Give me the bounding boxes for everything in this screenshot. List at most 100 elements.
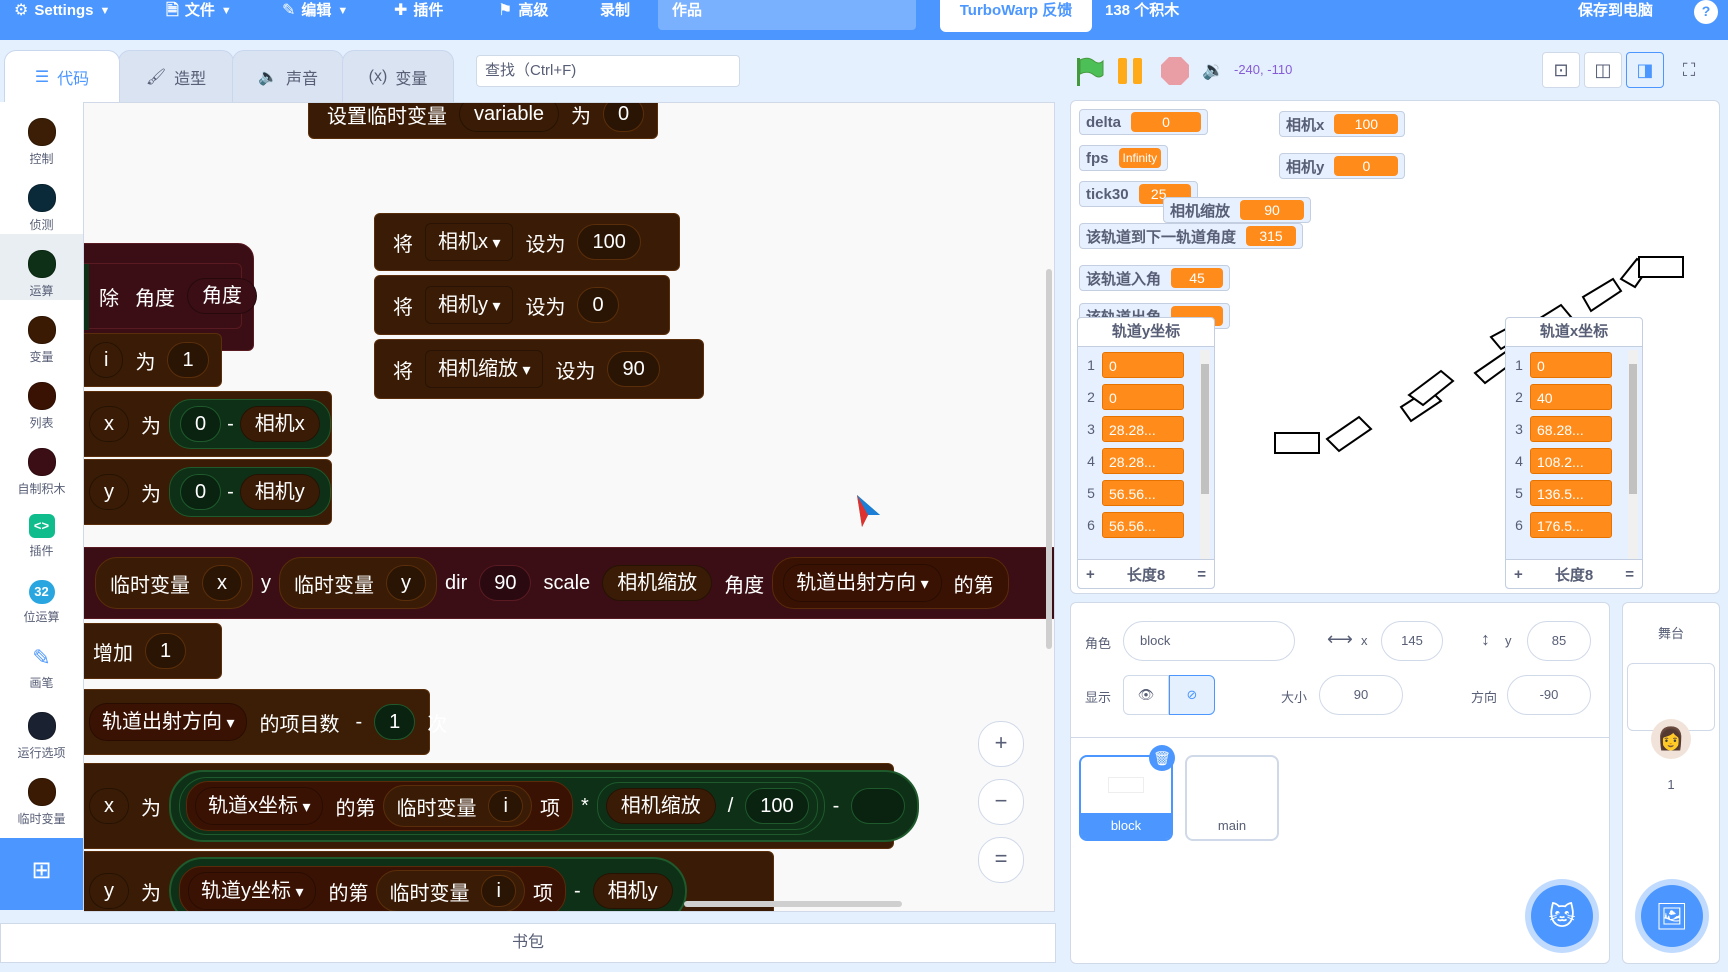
green-flag-icon[interactable] [1074,56,1104,88]
list-item-reporter[interactable]: 轨道出射方向 的第 [772,557,1009,609]
category-variables[interactable]: 变量 [0,300,83,366]
save-to-computer-button[interactable]: 保存到电脑 [1578,0,1653,22]
block-input[interactable]: x [89,406,129,442]
y-input[interactable]: 85 [1527,621,1591,661]
set-x-block[interactable]: x 为 0 - 相机x [84,391,332,457]
record-menu[interactable]: 录制 [600,0,630,40]
vertical-scrollbar[interactable] [1046,269,1052,649]
console-button[interactable]: ⊡ [1542,52,1580,88]
category-pen[interactable]: ✎ 画笔 [0,630,83,696]
list-cell[interactable]: 176.5... [1530,512,1612,538]
sprite-tile-main[interactable]: main [1185,755,1279,841]
edit-menu[interactable]: ✎ 编辑 ▼ [282,0,348,40]
block-input[interactable]: 1 [374,704,416,740]
block-input[interactable]: i [488,790,523,822]
help-button[interactable]: ? [1694,0,1718,24]
monitor-entry-angle[interactable]: 该轨道入角 45 [1079,265,1231,291]
size-input[interactable]: 90 [1319,675,1403,715]
file-menu[interactable]: 🗎 文件 ▼ [166,0,232,40]
temp-variable-reporter[interactable]: 临时变量 i [383,785,532,827]
temp-variable-reporter[interactable]: 临时变量 y [279,557,437,609]
tab-code[interactable]: ☰ 代码 [4,50,120,102]
variable-reporter[interactable]: 相机x [239,406,320,442]
list-cell[interactable]: 56.56... [1102,480,1184,506]
horizontal-scrollbar[interactable] [684,901,902,907]
set-camera-x-block[interactable]: 将 相机x 设为 100 [374,213,680,271]
resize-handle[interactable]: = [1625,566,1634,583]
zoom-reset-button[interactable]: = [978,837,1024,883]
block-input[interactable]: x [89,788,129,824]
variable-reporter[interactable]: 相机y [592,873,673,909]
list-item[interactable]: 3 28.28... [1078,413,1214,445]
list-dropdown[interactable]: 轨道x坐标 [195,787,324,825]
subtract-operator[interactable]: 0 - 相机x [169,399,331,449]
fullscreen-button[interactable]: ⛶ [1670,52,1708,88]
list-item[interactable]: 6 176.5... [1506,509,1642,541]
list-item[interactable]: 2 40 [1506,381,1642,413]
tab-variables[interactable]: (x) 变量 [342,50,454,102]
list-item[interactable]: 20 [1078,381,1214,413]
direction-input[interactable]: -90 [1507,675,1591,715]
list-item[interactable]: 10 [1078,349,1214,381]
variable-dropdown[interactable]: 相机y [425,286,514,324]
list-item[interactable]: 4 28.28... [1078,445,1214,477]
multiply-operator[interactable]: 轨道x坐标 的第 临时变量 i 项 * 相机缩放 / 100 [179,777,825,835]
add-item-button[interactable]: + [1086,566,1095,583]
list-item[interactable]: 5 136.5... [1506,477,1642,509]
sprite-tile-block[interactable]: block 🗑 [1079,745,1175,841]
list-cell[interactable]: 28.28... [1102,416,1184,442]
advanced-menu[interactable]: ⚑ 高级 [498,0,548,40]
tab-sounds[interactable]: 🔈 声音 [232,50,344,102]
list-cell[interactable]: 0 [1102,352,1184,378]
block-input[interactable]: 1 [145,633,187,669]
list-cell[interactable]: 56.56... [1102,512,1184,538]
list-cell[interactable]: 68.28... [1530,416,1612,442]
x-input[interactable]: 145 [1381,621,1443,661]
block-input[interactable]: 100 [577,224,641,260]
add-item-button[interactable]: + [1514,566,1523,583]
block-input[interactable]: y [89,873,129,909]
block-input[interactable]: variable [459,103,560,132]
variable-reporter[interactable]: 相机缩放 [602,565,713,601]
monitor-camera-x[interactable]: 相机x 100 [1279,111,1406,137]
subtract-operator[interactable]: 轨道y坐标 的第 临时变量 i 项 - 相机y [169,857,687,911]
stop-icon[interactable] [1160,56,1190,86]
settings-menu[interactable]: ⚙ Settings ▼ [14,0,110,40]
scroll-thumb[interactable] [1201,364,1209,494]
normal-stage-button[interactable]: ◨ [1626,52,1664,88]
variable-reporter[interactable]: 相机缩放 [605,788,716,824]
list-cell[interactable]: 136.5... [1530,480,1612,506]
category-runtime-options[interactable]: 运行选项 [0,696,83,762]
monitor-camera-y[interactable]: 相机y 0 [1279,153,1406,179]
divide-operator[interactable]: 相机缩放 / 100 [596,782,818,830]
monitor-delta[interactable]: delta 0 [1079,109,1209,135]
stage-canvas[interactable]: delta 0 fps Infinity tick30 25... 相机x 10… [1070,100,1720,594]
category-operators[interactable]: 运算 [0,234,83,300]
hide-sprite-button[interactable]: ⊘ [1169,675,1215,715]
block-input[interactable]: 90 [479,565,532,601]
zoom-in-button[interactable]: + [978,721,1024,767]
category-lists[interactable]: 列表 [0,366,83,432]
resize-handle[interactable]: = [1197,566,1206,583]
add-extension-button[interactable]: ⊞ [0,838,83,910]
tab-costumes[interactable]: 🖌 造型 [118,50,234,102]
list-monitor-track-y[interactable]: 轨道y坐标 10 20 3 28.28... 4 28.28... 5 56.56..… [1077,317,1215,589]
block-input[interactable]: y [386,565,426,601]
set-i-block[interactable]: i 为 1 [84,333,222,387]
list-item[interactable]: 5 56.56... [1078,477,1214,509]
category-my-blocks[interactable]: 自制积木 [0,432,83,498]
set-camera-zoom-block[interactable]: 将 相机缩放 设为 90 [374,339,704,399]
volume-icon[interactable]: 🔉 [1202,60,1224,81]
list-scrollbar[interactable] [1200,350,1210,560]
add-sprite-button[interactable]: 🐱 [1531,885,1593,947]
list-item-reporter[interactable]: 轨道y坐标 的第 临时变量 i 项 [179,866,566,911]
project-title-input[interactable]: 作品 [658,0,916,30]
zoom-out-button[interactable]: − [978,779,1024,825]
block-input[interactable]: 0 [577,287,619,323]
list-cell[interactable]: 0 [1102,384,1184,410]
block-input[interactable]: 90 [607,351,660,387]
temp-variable-reporter[interactable]: 临时变量 i [376,870,525,911]
add-backdrop-button[interactable]: 🖼 [1641,885,1703,947]
repeat-block[interactable]: 轨道出射方向 的项目数 - 1 次 [84,689,447,755]
block-input[interactable]: 0 [180,406,222,442]
